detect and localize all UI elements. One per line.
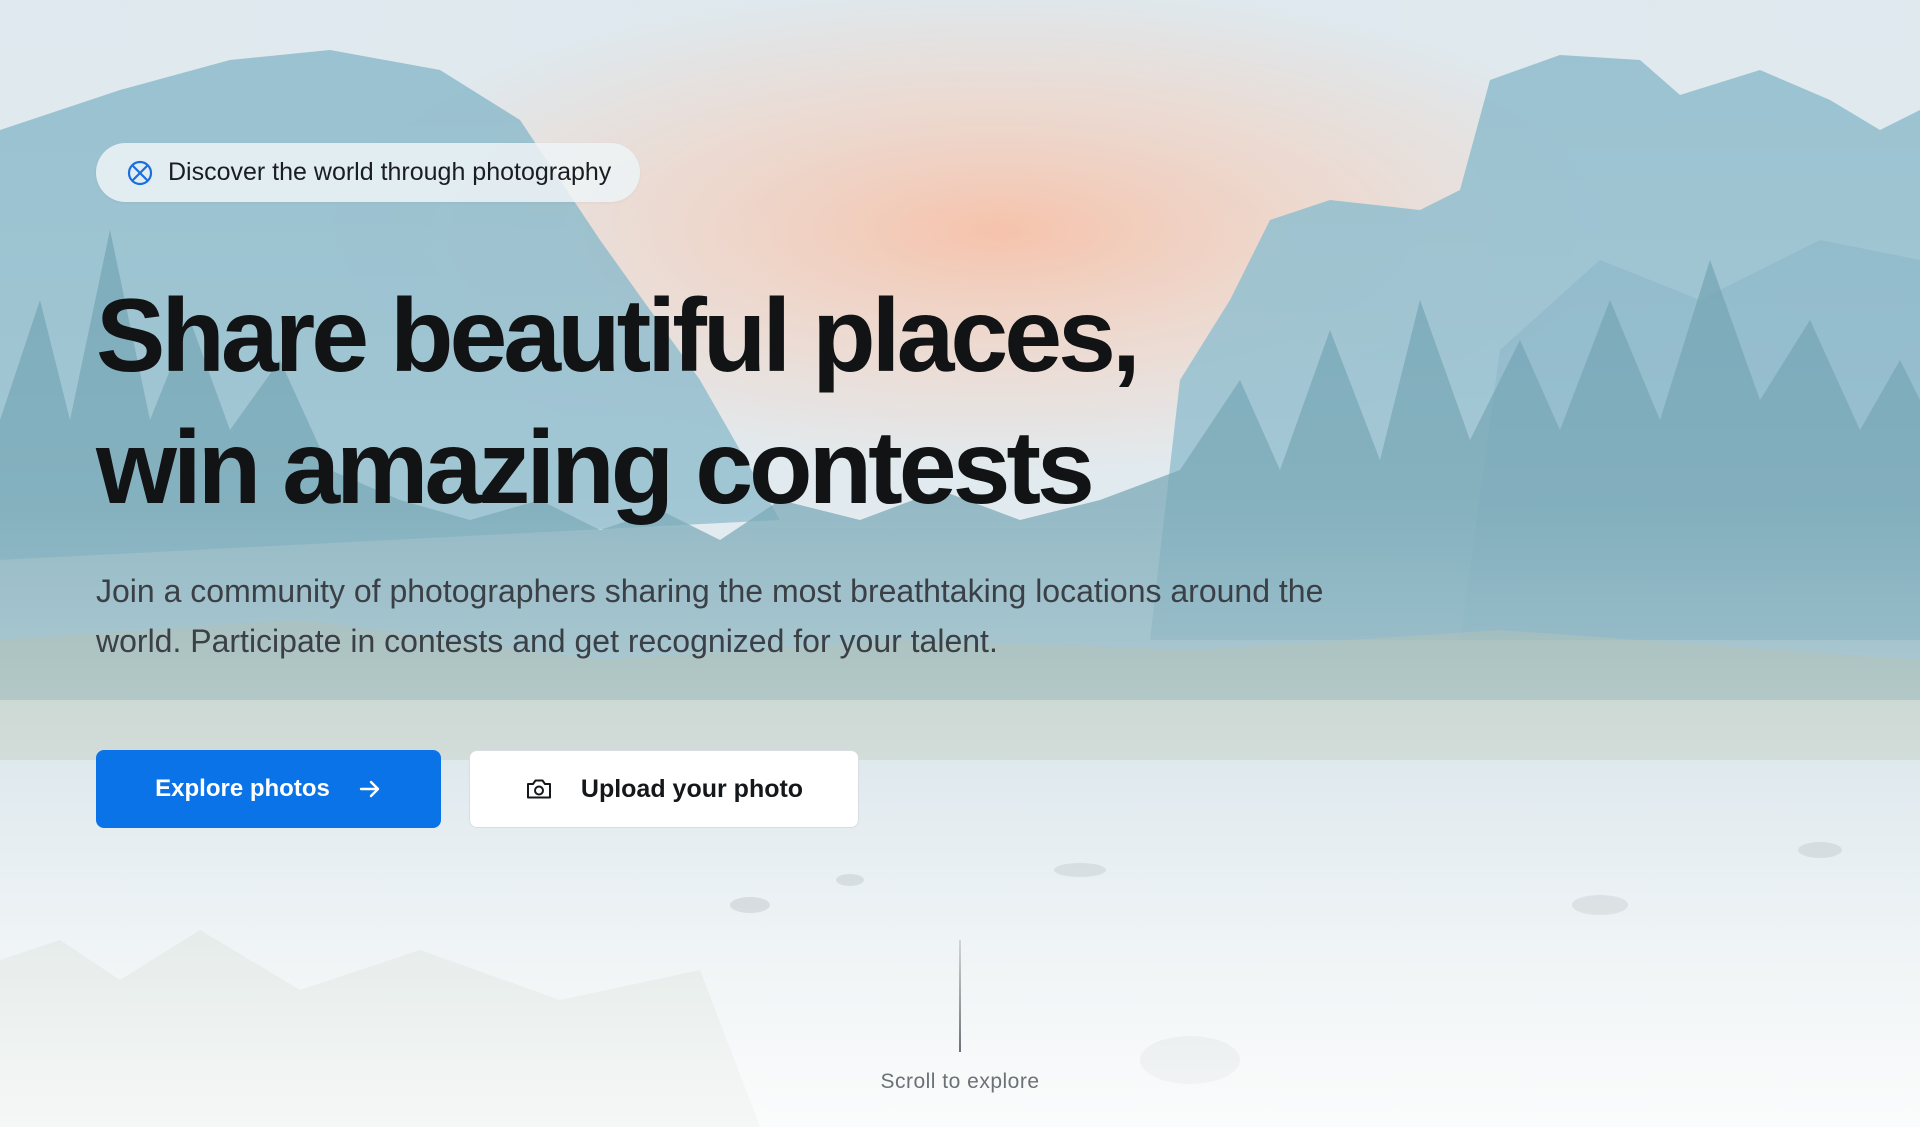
camera-icon — [525, 777, 553, 801]
explore-photos-label: Explore photos — [155, 775, 330, 802]
tagline-badge: Discover the world through photography — [96, 143, 641, 202]
hero-subtitle: Join a community of photographers sharin… — [96, 573, 1324, 659]
headline-line-1: Share beautiful places, — [96, 278, 1141, 394]
explore-photos-button[interactable]: Explore photos — [96, 750, 441, 828]
scroll-line — [959, 940, 961, 1052]
upload-photo-button[interactable]: Upload your photo — [469, 750, 859, 828]
scroll-hint-text: Scroll to explore — [880, 1070, 1040, 1093]
page-headline: Share beautiful places, win amazing cont… — [96, 270, 1396, 534]
compass-icon — [126, 159, 154, 187]
headline-line-2: win amazing contests — [96, 410, 1095, 526]
scroll-indicator[interactable]: Scroll to explore — [860, 940, 1060, 1094]
hero-section: Discover the world through photography S… — [0, 0, 1920, 1127]
upload-photo-label: Upload your photo — [580, 774, 804, 803]
arrow-right-icon — [358, 777, 382, 801]
tagline-text: Discover the world through photography — [168, 158, 612, 186]
